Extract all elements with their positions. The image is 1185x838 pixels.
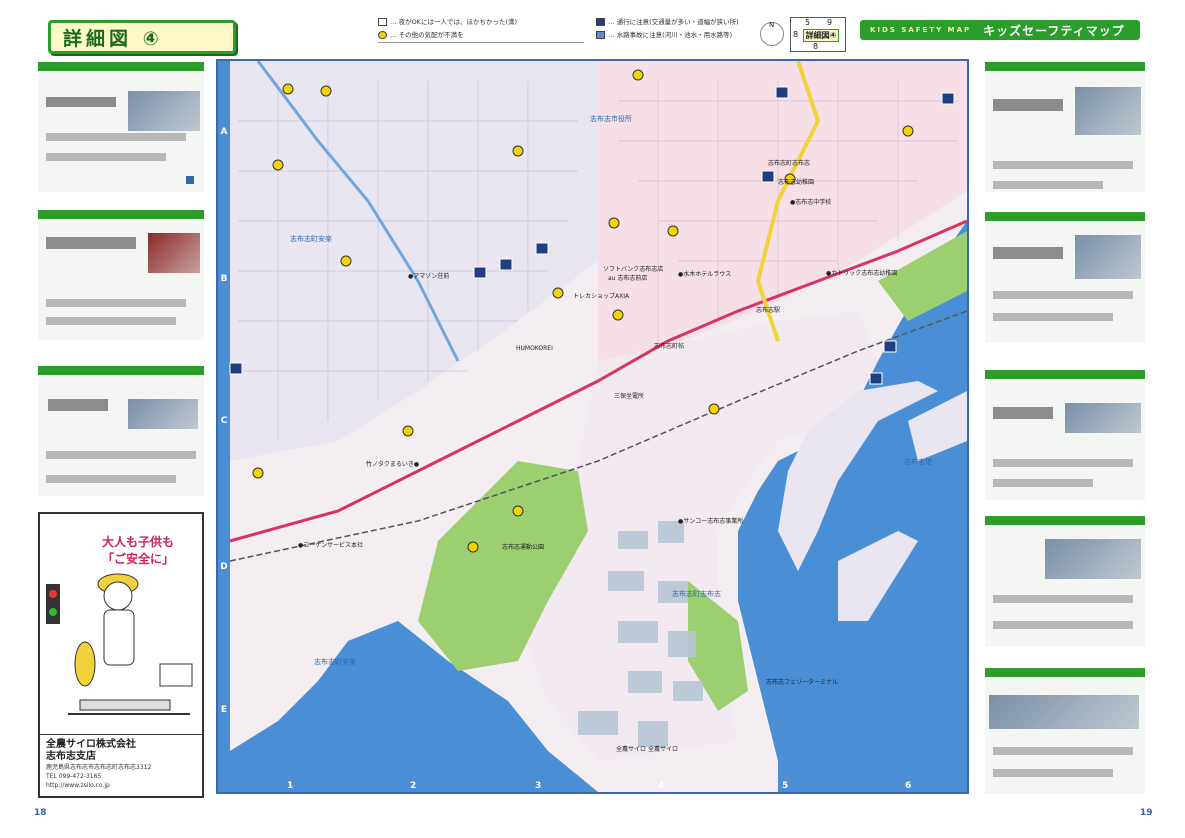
page-number-right: 19 — [1140, 808, 1153, 818]
place-label: ●アマゾン荘前 — [408, 273, 450, 280]
page-number-left: 18 — [34, 808, 47, 818]
place-label: 志布志市役所 — [590, 115, 632, 123]
place-label: 志布志町安楽 — [290, 235, 332, 243]
place-label: ●カトリック志布志幼稚園 — [826, 270, 898, 277]
place-label: ●サンコー志布志事業所 — [678, 518, 744, 525]
grid-col-2: 2 — [410, 781, 417, 791]
detail-map[interactable]: 志布志町安楽 ●アマゾン荘前 HUMOKOREI ソフトバンク志布志店 au 志… — [216, 59, 969, 794]
map-index-active[interactable]: 詳細図④ — [803, 29, 839, 42]
grid-col-3: 3 — [535, 781, 542, 791]
place-label: ●志布志中学校 — [790, 199, 832, 206]
place-label: 志布志町帖 — [654, 343, 685, 350]
place-label: 志布志港 — [904, 458, 932, 466]
grid-row-e: E — [220, 705, 228, 715]
ad-right-4 — [985, 516, 1145, 646]
place-label: 竹ノタクまるいき● — [366, 461, 420, 468]
place-label: 志布志幼稚園 — [778, 179, 815, 186]
legend-danger: … 夜がOKには一人では、ほかちかった(満) … その他の気配が不満を — [378, 16, 584, 43]
place-label: 志布志駅 — [756, 307, 781, 314]
grid-col-5: 5 — [782, 781, 789, 791]
place-label: 志布志フェリーターミナル — [766, 679, 839, 686]
brand-banner: KIDS SAFETY MAP キッズセーフティマップ — [860, 20, 1140, 40]
place-label: 三保坐電所 — [614, 393, 645, 400]
ad-left-3 — [38, 366, 204, 496]
place-label: HUMOKOREI — [516, 345, 553, 352]
grid-row-d: D — [220, 562, 228, 572]
grid-col-1: 1 — [287, 781, 294, 791]
ad-right-5 — [985, 668, 1145, 794]
place-label: ●コーケンサービス本社 — [298, 542, 364, 549]
grid-row-a: A — [220, 127, 228, 137]
sponsor-url[interactable]: http://www.zsilo.co.jp — [46, 781, 196, 790]
map-index: 5 9 8 8 詳細図④ — [790, 17, 846, 52]
ad-right-3 — [985, 370, 1145, 500]
ad-right-2 — [985, 212, 1145, 342]
ad-left-2 — [38, 210, 204, 340]
place-label: 志布志町志布志 — [768, 160, 811, 167]
place-label: au 志布志前店 — [608, 275, 648, 282]
grid-col-6: 6 — [905, 781, 912, 791]
sponsor-company: 全農サイロ株式会社 志布志支店 鹿児島県志布志市志布志町志布志3312 TEL … — [40, 734, 202, 796]
ad-right-1 — [985, 62, 1145, 192]
sponsor-slogan: 大人も子供も 「ご安全に」 — [102, 535, 175, 566]
map-canvas[interactable] — [218, 61, 967, 792]
compass-icon — [760, 21, 784, 46]
grid-col-4: 4 — [658, 781, 665, 791]
legend-caution: … 通行に注意(交通量が多い・道幅が狭い所) … 水路事故に注意(河川・池水・用… — [596, 16, 746, 42]
grid-row-c: C — [220, 416, 228, 426]
grid-row-b: B — [220, 274, 228, 284]
place-label: 志布志運動公園 — [502, 544, 545, 551]
ad-left-1 — [38, 62, 204, 192]
place-label: ソフトバンク志布志店 — [603, 266, 664, 273]
sponsor-ad: 大人も子供も 「ご安全に」 全農サイロ株式会社 志布志支店 鹿児島県志布志市志布… — [38, 512, 204, 798]
place-label: 志布志町志布志 — [672, 590, 721, 598]
place-label: 志布志町安楽 — [314, 658, 356, 666]
place-label: 全農サイロ — [616, 746, 647, 753]
place-label: 全農サイロ — [648, 746, 679, 753]
page-title: 詳細図 ④ — [48, 20, 236, 54]
place-label: トレカショップAXIA — [573, 293, 630, 300]
place-label: ●水木ホテルラウス — [678, 271, 732, 278]
